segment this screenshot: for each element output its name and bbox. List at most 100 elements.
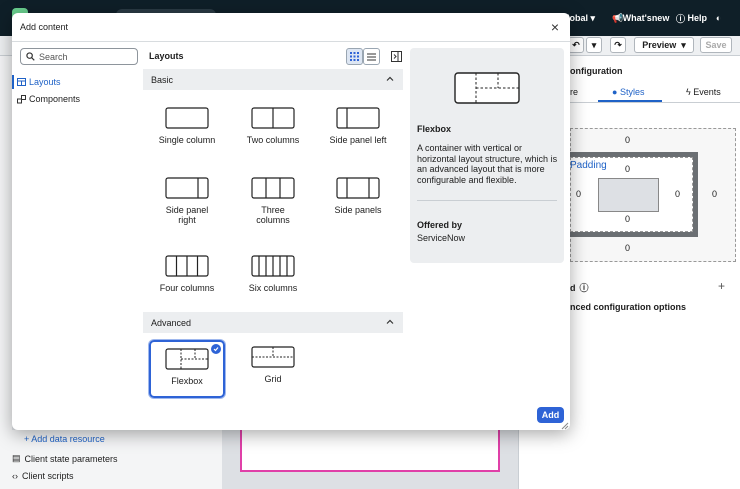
chevron-up-icon bbox=[386, 319, 394, 324]
padding-bottom-value[interactable]: 0 bbox=[625, 214, 630, 224]
search-field[interactable] bbox=[20, 48, 138, 65]
padding-top-value[interactable]: 0 bbox=[625, 164, 630, 174]
client-state-parameters-item[interactable]: ▤ Client state parameters bbox=[12, 453, 118, 464]
tile-label: Grid bbox=[264, 374, 282, 384]
layout-icon bbox=[17, 78, 26, 86]
help-label: Help bbox=[687, 13, 708, 23]
layout-tile-side-panel-left[interactable]: Side panel left bbox=[320, 101, 396, 159]
tile-label: Flexbox bbox=[171, 376, 203, 386]
selected-container-outline[interactable] bbox=[240, 430, 500, 472]
layout-tile-side-panels[interactable]: Side panels bbox=[320, 171, 396, 229]
grid-view-button[interactable] bbox=[346, 48, 363, 65]
close-icon[interactable]: × bbox=[548, 20, 562, 34]
redo-button[interactable]: ↷ bbox=[610, 37, 626, 53]
layout-tile-single-column[interactable]: Single column bbox=[149, 101, 225, 159]
nav-label-components: Components bbox=[29, 94, 81, 104]
whats-new-link[interactable]: What's new bbox=[623, 0, 670, 36]
chevron-up-icon bbox=[386, 76, 394, 81]
chevron-down-icon: ▾ bbox=[590, 12, 596, 23]
contrast-icon[interactable]: ◐ bbox=[716, 0, 721, 36]
side-panel-left-icon bbox=[336, 107, 380, 129]
left-panel-strip bbox=[0, 56, 12, 489]
add-data-resource-link[interactable]: + Add data resource bbox=[24, 434, 105, 444]
info-icon[interactable]: ⓘ bbox=[580, 281, 589, 294]
add-icon[interactable]: + bbox=[718, 279, 725, 293]
tile-label: Six columns bbox=[248, 283, 298, 293]
selected-check-icon bbox=[211, 344, 221, 354]
megaphone-icon[interactable]: 📢 bbox=[612, 0, 623, 36]
layouts-list: Basic Single column Two columns Side pan… bbox=[143, 69, 404, 409]
tab-divider bbox=[570, 102, 740, 103]
tab-events-label: Events bbox=[693, 87, 721, 97]
layout-tile-grid[interactable]: Grid bbox=[235, 340, 311, 398]
grid-layout-icon bbox=[251, 346, 295, 368]
content-box bbox=[598, 178, 659, 212]
detail-title: Flexbox bbox=[417, 124, 452, 134]
side-panel-right-icon bbox=[165, 177, 209, 199]
nav-label-layouts: Layouts bbox=[29, 77, 61, 87]
layout-tile-four-columns[interactable]: Four columns bbox=[149, 249, 225, 307]
add-button[interactable]: Add bbox=[537, 407, 564, 423]
section-header-advanced[interactable]: Advanced bbox=[143, 312, 403, 333]
tile-label: Two columns bbox=[246, 135, 300, 145]
toggle-detail-panel-button[interactable] bbox=[388, 48, 405, 65]
undo-button[interactable]: ↶ bbox=[568, 37, 584, 53]
styles-icon: ● bbox=[612, 87, 618, 97]
section-header-basic[interactable]: Basic bbox=[143, 69, 403, 90]
tile-label: Four columns bbox=[159, 283, 215, 293]
search-input[interactable] bbox=[39, 51, 131, 62]
advanced-configuration-options-link[interactable]: nced configuration options bbox=[570, 302, 686, 312]
margin-bottom-value[interactable]: 0 bbox=[625, 243, 630, 253]
client-state-parameters-label: Client state parameters bbox=[24, 453, 118, 464]
layout-tile-six-columns[interactable]: Six columns bbox=[235, 249, 311, 307]
tile-label: Side panel left bbox=[329, 135, 387, 145]
preview-label: Preview bbox=[642, 40, 677, 50]
layout-tile-side-panel-right[interactable]: Side panel right bbox=[149, 171, 225, 229]
configuration-title: onfiguration bbox=[570, 66, 623, 76]
layout-tile-three-columns[interactable]: Three columns bbox=[235, 171, 311, 229]
help-link[interactable]: ⓘ Help bbox=[676, 0, 707, 36]
whats-new-line1: What's bbox=[622, 12, 652, 23]
detail-description: A container with vertical or horizontal … bbox=[417, 143, 558, 185]
three-columns-icon bbox=[251, 177, 295, 199]
nav-item-layouts[interactable]: Layouts bbox=[17, 77, 61, 87]
search-icon bbox=[26, 52, 35, 61]
whats-new-line2: new bbox=[651, 12, 670, 23]
tile-label: Three columns bbox=[256, 205, 290, 225]
save-button[interactable]: Save bbox=[700, 37, 732, 53]
detail-divider bbox=[417, 200, 557, 201]
layout-tile-flexbox[interactable]: Flexbox bbox=[149, 340, 225, 398]
client-scripts-item[interactable]: ‹› Client scripts bbox=[12, 471, 74, 481]
parameters-icon: ▤ bbox=[12, 453, 21, 463]
lightning-icon: ϟ bbox=[686, 87, 691, 97]
layout-detail-panel: Flexbox A container with vertical or hor… bbox=[410, 48, 564, 263]
panel-collapse-icon bbox=[391, 51, 402, 62]
single-column-icon bbox=[165, 107, 209, 129]
margin-top-value[interactable]: 0 bbox=[625, 135, 630, 145]
code-icon: ‹› bbox=[12, 471, 18, 481]
preview-button[interactable]: Preview ▾ bbox=[634, 37, 694, 53]
six-columns-icon bbox=[251, 255, 295, 277]
resize-handle-icon[interactable] bbox=[561, 422, 569, 430]
undo-menu-button[interactable]: ▾ bbox=[586, 37, 602, 53]
tab-properties[interactable]: re bbox=[570, 87, 578, 97]
section-title-advanced: Advanced bbox=[151, 317, 192, 328]
tile-label: Side panel right bbox=[165, 205, 209, 225]
dialog-title: Add content bbox=[20, 22, 69, 32]
tab-events[interactable]: ϟ Events bbox=[686, 87, 721, 97]
padding-right-value[interactable]: 0 bbox=[675, 189, 680, 199]
list-view-button[interactable] bbox=[363, 48, 380, 65]
client-scripts-label: Client scripts bbox=[22, 471, 74, 481]
side-panels-icon bbox=[336, 177, 380, 199]
add-content-dialog: Add content × Layouts Components Layouts… bbox=[12, 13, 570, 430]
layouts-heading: Layouts bbox=[149, 51, 184, 61]
tab-styles[interactable]: ● Styles bbox=[612, 87, 644, 97]
background-section-title: d ⓘ bbox=[570, 281, 589, 294]
components-icon bbox=[17, 94, 26, 103]
flexbox-preview-icon bbox=[454, 72, 520, 104]
margin-right-value[interactable]: 0 bbox=[712, 189, 717, 199]
layout-tile-two-columns[interactable]: Two columns bbox=[235, 101, 311, 159]
nav-item-components[interactable]: Components bbox=[17, 94, 80, 104]
padding-left-value[interactable]: 0 bbox=[576, 189, 581, 199]
grid-view-icon bbox=[350, 52, 359, 61]
